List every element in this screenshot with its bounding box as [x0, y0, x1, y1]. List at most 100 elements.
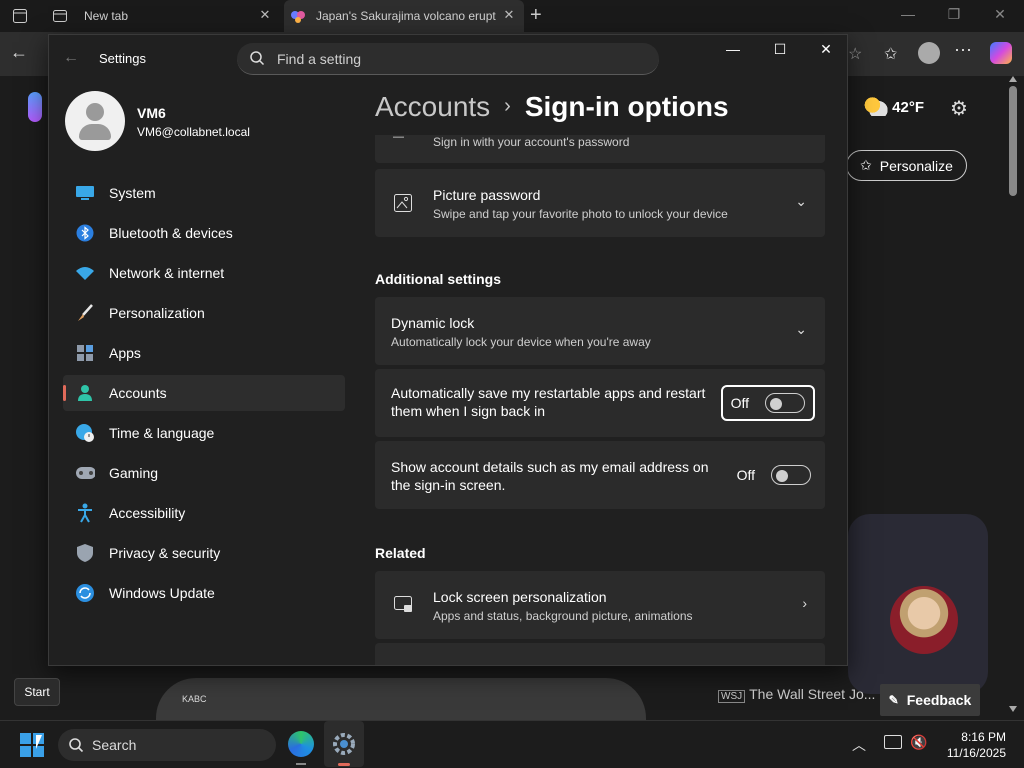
- scrollbar-thumb[interactable]: [1009, 86, 1017, 196]
- account-details-toggle[interactable]: Off: [737, 459, 811, 491]
- chevron-down-icon[interactable]: ⌄: [795, 321, 807, 338]
- maximize-icon[interactable]: ☐: [765, 41, 795, 61]
- tab-sakurajima[interactable]: Japan's Sakurajima volcano erupt ✕: [284, 0, 524, 32]
- nav-item-gaming[interactable]: Gaming: [63, 455, 345, 491]
- chevron-down-icon[interactable]: ⌄: [795, 193, 807, 210]
- weather-widget[interactable]: 42°F: [864, 96, 924, 116]
- restore-icon[interactable]: ❐: [942, 6, 966, 23]
- video-thumbnail[interactable]: KABC: [156, 678, 646, 720]
- restart-apps-card: Automatically save my restartable apps a…: [375, 369, 825, 437]
- back-arrow-icon[interactable]: ←: [10, 42, 28, 63]
- chevron-right-icon: ›: [504, 95, 511, 117]
- card-desc: Sign in with your account's password: [433, 135, 630, 149]
- feedback-icon: ✎: [888, 693, 899, 707]
- card-title: Dynamic lock: [391, 315, 475, 331]
- wifi-icon: [75, 263, 95, 283]
- toggle-state-label: Off: [736, 467, 755, 483]
- nav-item-privacy[interactable]: Privacy & security: [63, 535, 345, 571]
- start-tooltip: Start: [14, 678, 60, 706]
- card-title: Lock screen personalization: [433, 589, 607, 605]
- user-profile[interactable]: VM6 VM6@collabnet.local: [65, 91, 365, 151]
- nav-item-system[interactable]: System: [63, 175, 345, 211]
- taskbar-search[interactable]: Search: [58, 729, 276, 761]
- picture-password-card[interactable]: Picture password Swipe and tap your favo…: [375, 169, 825, 237]
- minimize-icon[interactable]: —: [718, 41, 748, 61]
- close-icon[interactable]: ✕: [811, 41, 841, 61]
- back-arrow-icon[interactable]: ←: [63, 49, 79, 67]
- tab-new-tab[interactable]: New tab ✕: [44, 0, 280, 32]
- nav-label: Windows Update: [109, 585, 215, 601]
- globe-clock-icon: [75, 423, 95, 443]
- new-tab-plus-icon[interactable]: +: [530, 4, 542, 27]
- nav-label: Bluetooth & devices: [109, 225, 233, 241]
- feedback-button[interactable]: ✎ Feedback: [880, 684, 980, 716]
- personalize-button[interactable]: ✩ Personalize: [846, 150, 967, 181]
- minimize-icon[interactable]: —: [896, 6, 920, 22]
- tab-title: New tab: [84, 9, 129, 23]
- chevron-up-icon[interactable]: ︿: [852, 735, 866, 755]
- settings-search[interactable]: [237, 43, 659, 75]
- nav-item-apps[interactable]: Apps: [63, 335, 345, 371]
- close-tab-icon[interactable]: ✕: [258, 8, 272, 22]
- search-icon: [250, 51, 265, 66]
- copilot-icon[interactable]: [990, 42, 1012, 64]
- tab-actions-icon[interactable]: [12, 8, 28, 29]
- toggle-switch[interactable]: [765, 393, 805, 413]
- dynamic-lock-card[interactable]: Dynamic lock Automatically lock your dev…: [375, 297, 825, 365]
- newtab-icon: [53, 10, 67, 22]
- nav-label: Privacy & security: [109, 545, 221, 561]
- nav-label: Gaming: [109, 465, 159, 481]
- toggle-state-label: Off: [730, 395, 749, 411]
- breadcrumb-parent[interactable]: Accounts: [375, 91, 490, 122]
- close-icon[interactable]: ✕: [988, 6, 1012, 23]
- network-icon[interactable]: [884, 735, 902, 749]
- wsj-logo-icon: WSJ: [718, 690, 746, 703]
- page-settings-gear-icon[interactable]: ⚙: [950, 96, 968, 121]
- card-desc: Automatically lock your device when you'…: [391, 335, 651, 349]
- profile-avatar-icon[interactable]: [918, 42, 940, 64]
- weather-temp: 42°F: [892, 99, 925, 116]
- card-title-line2: them when I sign back in: [391, 403, 546, 419]
- lock-screen-card[interactable]: Lock screen personalization Apps and sta…: [375, 571, 825, 639]
- password-card[interactable]: — Sign in with your account's password: [375, 135, 825, 163]
- news-card[interactable]: [848, 514, 988, 694]
- page-scrollbar[interactable]: [1006, 76, 1020, 716]
- favorite-star-icon[interactable]: ☆: [848, 44, 862, 64]
- search-input[interactable]: [277, 49, 637, 69]
- gamepad-icon: [75, 463, 95, 483]
- mouse-cursor-icon: [36, 735, 42, 749]
- settings-window: ← Settings — ☐ ✕ VM6 VM6@collabnet.local…: [48, 34, 848, 666]
- nav-item-accounts[interactable]: Accounts: [63, 375, 345, 411]
- next-card-partial[interactable]: [375, 643, 825, 665]
- edge-icon[interactable]: [288, 731, 314, 757]
- nav-item-windows-update[interactable]: Windows Update: [63, 575, 345, 611]
- card-title-line2: the sign-in screen.: [391, 477, 506, 493]
- more-menu-icon[interactable]: ⋯: [954, 40, 972, 61]
- news-source[interactable]: WSJ The Wall Street Jo...: [718, 686, 875, 703]
- settings-gear-icon[interactable]: [324, 721, 364, 767]
- tab-strip: New tab ✕ Japan's Sakurajima volcano eru…: [0, 0, 1024, 32]
- taskbar-clock[interactable]: 8:16 PM 11/16/2025: [947, 729, 1006, 761]
- feedback-label: Feedback: [906, 692, 972, 708]
- nav-item-time-language[interactable]: Time & language: [63, 415, 345, 451]
- section-heading-additional: Additional settings: [375, 271, 501, 287]
- close-tab-icon[interactable]: ✕: [502, 8, 516, 22]
- nav-label: Time & language: [109, 425, 215, 441]
- nav-item-accessibility[interactable]: Accessibility: [63, 495, 345, 531]
- volume-muted-icon[interactable]: 🔇: [910, 734, 927, 751]
- favorites-icon[interactable]: ✩: [884, 44, 897, 64]
- card-desc: Apps and status, background picture, ani…: [433, 609, 693, 623]
- clock-time: 8:16 PM: [961, 730, 1006, 744]
- card-title: Picture password: [433, 187, 541, 203]
- search-icon: [69, 738, 84, 753]
- nav-item-personalization[interactable]: Personalization: [63, 295, 345, 331]
- chevron-right-icon[interactable]: ›: [802, 595, 807, 611]
- toggle-switch[interactable]: [771, 465, 811, 485]
- tab-title: Japan's Sakurajima volcano erupt: [316, 9, 496, 23]
- news-thumbnail: [890, 586, 958, 654]
- settings-titlebar: ← Settings — ☐ ✕: [49, 35, 847, 83]
- nav-item-network[interactable]: Network & internet: [63, 255, 345, 291]
- restart-apps-toggle[interactable]: Off: [720, 385, 815, 421]
- person-icon: [75, 383, 95, 403]
- nav-item-bluetooth[interactable]: Bluetooth & devices: [63, 215, 345, 251]
